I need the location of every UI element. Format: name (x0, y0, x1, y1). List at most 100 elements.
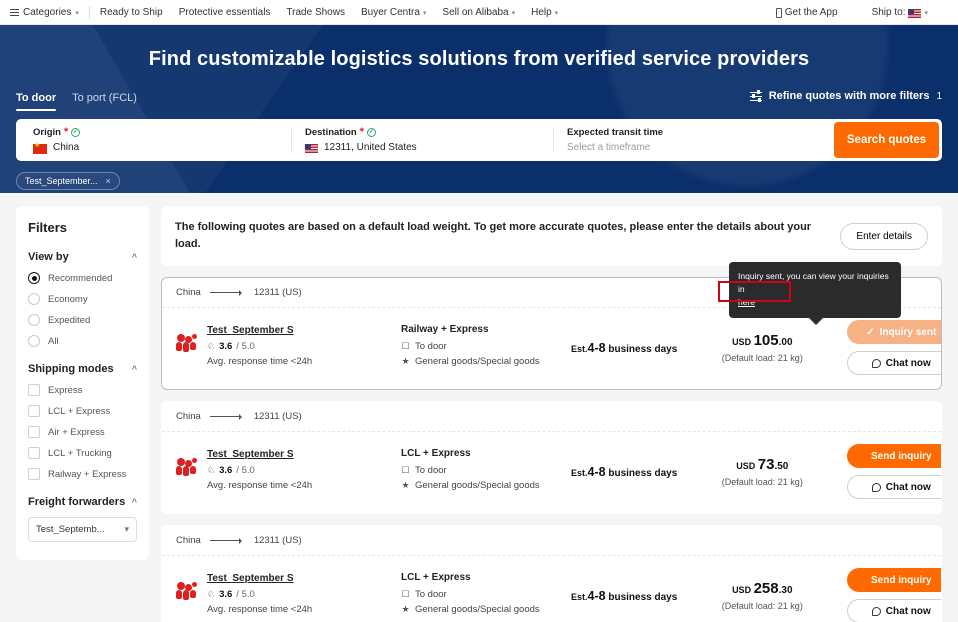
filter-option-label: All (48, 335, 59, 347)
send-inquiry-button[interactable]: Send inquiry (847, 444, 941, 469)
estimated-transit: Est.4-8 business days (571, 589, 677, 603)
filter-chip-forwarder[interactable]: Test_September... × (16, 171, 120, 190)
supplier-name-link[interactable]: Test_September S (207, 449, 312, 460)
goods-type: General goods/Special goods (415, 356, 540, 368)
chat-bubble-icon (871, 606, 881, 616)
filter-option-lcl-express[interactable]: LCL + Express (28, 405, 137, 417)
filter-option-lcl-trucking[interactable]: LCL + Trucking (28, 447, 137, 459)
chat-now-label: Chat now (885, 357, 931, 369)
transit-label: Expected transit time (567, 126, 664, 138)
supplier-logo-icon (176, 581, 198, 606)
checkbox[interactable] (28, 405, 40, 417)
search-quotes-button[interactable]: Search quotes (834, 121, 939, 158)
chevron-up-icon: ^ (131, 252, 137, 262)
close-icon[interactable]: × (106, 176, 111, 186)
chevron-down-icon: ▾ (124, 524, 129, 534)
checkbox[interactable] (28, 384, 40, 396)
nav-item-label: Protective essentials (178, 6, 271, 18)
transit-time-field[interactable]: Expected transit time Select a timeframe (553, 122, 834, 158)
rating-value: 3.6 (219, 464, 233, 476)
crown-icon: ♘ (207, 340, 216, 351)
categories-menu[interactable]: Categories ▾ (10, 7, 89, 18)
checkbox[interactable] (28, 468, 40, 480)
checkbox[interactable] (28, 426, 40, 438)
filter-option-economy[interactable]: Economy (28, 293, 137, 305)
supplier-logo-icon (176, 457, 198, 482)
default-load-notice: The following quotes are based on a defa… (161, 206, 942, 267)
origin-label-row: Origin * ✓ (33, 126, 277, 138)
est-prefix: Est. (571, 591, 588, 602)
radio-button[interactable] (28, 272, 40, 284)
origin-label: Origin (33, 126, 61, 138)
nav-item-ready-to-ship[interactable]: Ready to Ship (100, 7, 163, 18)
destination-field[interactable]: Destination * ✓ 12311, United States (291, 122, 553, 158)
radio-button[interactable] (28, 293, 40, 305)
filter-option-air-express[interactable]: Air + Express (28, 426, 137, 438)
rating-max: / 5.0 (236, 464, 255, 476)
freight-forwarders-header[interactable]: Freight forwarders ^ (28, 496, 137, 508)
nav-item-trade-shows[interactable]: Trade Shows (286, 7, 345, 18)
filter-option-label: Railway + Express (48, 468, 127, 480)
price-block: USD 258.30 (Default load: 21 kg) (687, 580, 837, 611)
us-flag-icon (305, 143, 318, 153)
hero-banner: Find customizable logistics solutions fr… (0, 25, 958, 193)
nav-item-sell-on-alibaba[interactable]: Sell on Alibaba ▾ (442, 7, 515, 18)
price-block: USD 73.50 (Default load: 21 kg) (687, 456, 837, 487)
nav-item-protective-essentials[interactable]: Protective essentials (179, 7, 271, 18)
quote-card[interactable]: China 12311 (US) Test_September S ♘ 3.6/ 5.0… (161, 401, 942, 515)
shipping-mode: LCL + Express (401, 572, 471, 584)
quote-route: China 12311 (US) (162, 526, 941, 557)
door-icon: ☐ (401, 465, 410, 476)
price-main: USD 105.00 (687, 332, 837, 349)
filter-groups: View by ^ Recommended Economy Expedited All Sh… (28, 251, 137, 480)
quote-list: China 12311 (US) Test_September S ♘ 3.6/ 5.0… (161, 277, 942, 622)
supplier-block: Test_September S ♘ 3.6/ 5.0 Avg. response t… (176, 325, 391, 371)
supplier-name-link[interactable]: Test_September S (207, 573, 312, 584)
checkbox[interactable] (28, 447, 40, 459)
filter-option-expedited[interactable]: Expedited (28, 314, 137, 326)
filter-group-header[interactable]: Shipping modes ^ (28, 363, 137, 375)
price-decimal: .00 (778, 337, 793, 349)
filter-option-label: Air + Express (48, 426, 105, 438)
arrow-right-icon (209, 413, 245, 420)
est-prefix: Est. (571, 467, 588, 478)
filter-option-railway-express[interactable]: Railway + Express (28, 468, 137, 480)
filter-group-header[interactable]: View by ^ (28, 251, 137, 263)
check-circle-icon: ✓ (71, 127, 81, 137)
tab-to-port-fcl[interactable]: To port (FCL) (72, 92, 137, 111)
categories-label: Categories (23, 6, 72, 18)
filter-option-all[interactable]: All (28, 335, 137, 347)
quote-actions: Send inquiry Chat now (847, 568, 941, 622)
supplier-name-link[interactable]: Test_September S (207, 325, 312, 336)
chat-now-button[interactable]: Chat now (847, 475, 941, 500)
quote-actions: Send inquiry Chat now (847, 444, 941, 500)
nav-item-help[interactable]: Help ▾ (531, 7, 558, 18)
active-filter-chips: Test_September... × (0, 161, 958, 190)
rating-value: 3.6 (219, 588, 233, 600)
nav-item-buyer-centra[interactable]: Buyer Centra ▾ (361, 7, 426, 18)
delivery-type-row: ☐ To door (401, 465, 561, 476)
quote-card[interactable]: China 12311 (US) Test_September S ♘ 3.6/ 5.0… (161, 525, 942, 622)
radio-button[interactable] (28, 335, 40, 347)
ship-to-selector[interactable]: Ship to: ▾ (872, 7, 928, 18)
freight-forwarders-select[interactable]: Test_Septemb... ▾ (28, 517, 137, 542)
get-the-app-link[interactable]: Get the App (775, 7, 838, 18)
chevron-down-icon: ▾ (924, 10, 928, 17)
chat-now-button[interactable]: Chat now (847, 599, 941, 622)
radio-button[interactable] (28, 314, 40, 326)
enter-details-button[interactable]: Enter details (840, 222, 928, 250)
refine-quotes-button[interactable]: Refine quotes with more filters 1 (749, 89, 942, 111)
route-destination: 12311 (US) (253, 535, 302, 547)
tab-to-door[interactable]: To door (16, 92, 57, 111)
send-inquiry-button[interactable]: Send inquiry (847, 568, 941, 593)
filter-option-express[interactable]: Express (28, 384, 137, 396)
origin-value-row: China (33, 141, 277, 154)
filter-option-recommended[interactable]: Recommended (28, 272, 137, 284)
chat-now-button[interactable]: Chat now (847, 351, 941, 376)
origin-field[interactable]: Origin * ✓ China (19, 122, 291, 158)
destination-value-row: 12311, United States (305, 142, 539, 153)
filter-option-label: LCL + Trucking (48, 447, 112, 459)
rating-max: / 5.0 (236, 588, 255, 600)
us-flag-icon (908, 8, 922, 18)
price-main: USD 73.50 (687, 456, 837, 473)
